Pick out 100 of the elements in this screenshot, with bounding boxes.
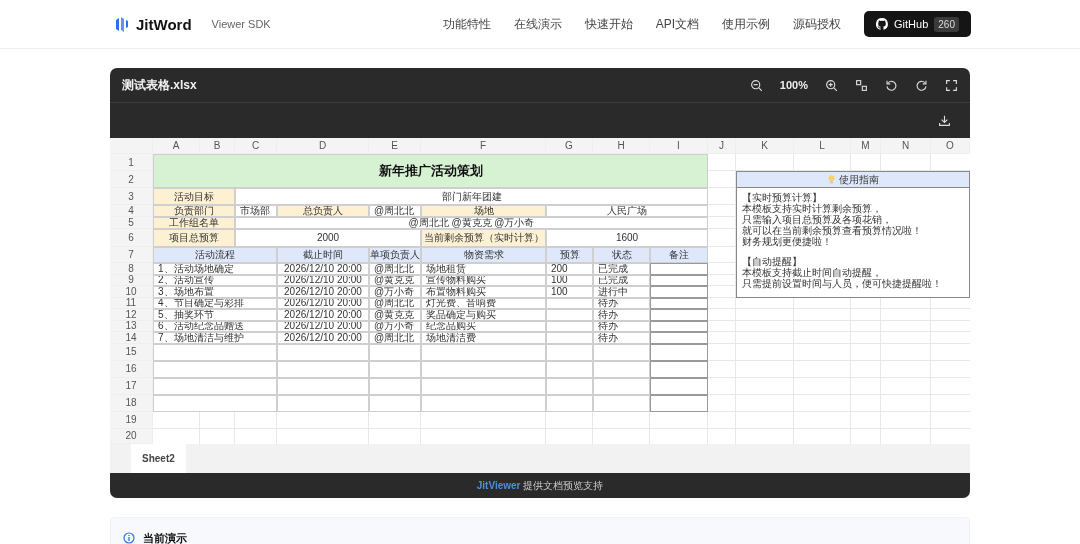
table-cell: 场地租赁: [421, 263, 546, 275]
row-header[interactable]: 8: [110, 263, 153, 275]
table-cell: [650, 263, 708, 275]
header-cell: 活动流程: [153, 247, 277, 263]
guide-text: 就可以在当前剩余预算查看预算情况啦！: [742, 225, 923, 236]
table-cell: 1、活动场地确定: [153, 263, 277, 275]
nav-link[interactable]: 在线演示: [513, 15, 562, 33]
row-header[interactable]: 2: [110, 171, 153, 188]
table-cell: 3、场地布置: [153, 286, 277, 298]
row-header[interactable]: 12: [110, 309, 153, 321]
subtitle: Viewer SDK: [211, 18, 271, 30]
table-cell: [546, 332, 593, 344]
table-cell: @黄克克: [369, 309, 421, 321]
table-cell: 1600: [546, 229, 708, 247]
column-header[interactable]: M: [851, 138, 881, 154]
row-header[interactable]: 6: [110, 229, 153, 247]
corner-cell[interactable]: [110, 138, 153, 154]
table-cell: @周北北: [369, 332, 421, 344]
row-header[interactable]: 5: [110, 217, 153, 229]
column-header[interactable]: I: [650, 138, 708, 154]
table-cell: 5、抽奖环节: [153, 309, 277, 321]
label-cell: 负责部门: [153, 205, 235, 217]
demo-title: 当前演示: [143, 530, 187, 544]
table-cell: 进行中: [593, 286, 650, 298]
sheet-tab[interactable]: Sheet2: [131, 444, 186, 473]
table-cell: 部门新年团建: [235, 188, 708, 205]
label-cell: 工作组名单: [153, 217, 235, 229]
table-cell: 人民广场: [546, 205, 708, 217]
header-cell: 截止时间: [277, 247, 369, 263]
column-header[interactable]: K: [736, 138, 794, 154]
guide-text: 财务规划更便捷啦！: [742, 236, 832, 247]
row-header[interactable]: 3: [110, 188, 153, 205]
zoom-in-icon[interactable]: [825, 78, 838, 92]
table-cell: [650, 286, 708, 298]
nav-link[interactable]: API文档: [655, 15, 700, 33]
column-header[interactable]: B: [200, 138, 235, 154]
label-cell: 场地: [421, 205, 546, 217]
zoom-out-icon[interactable]: [749, 78, 763, 92]
nav-link[interactable]: 快速开始: [584, 15, 633, 33]
lightbulb-icon: [827, 175, 835, 184]
table-cell: 待办: [593, 332, 650, 344]
guide-heading: 【实时预算计算】: [742, 192, 822, 203]
row-header[interactable]: 7: [110, 247, 153, 263]
guide-title: 使用指南: [838, 172, 879, 187]
nav-link[interactable]: 功能特性: [442, 15, 491, 33]
table-cell: 2026/12/10 20:00: [277, 309, 369, 321]
table-cell: 2026/12/10 20:00: [277, 286, 369, 298]
fullscreen-icon[interactable]: [945, 78, 958, 92]
header-cell: 物资需求: [421, 247, 546, 263]
column-header[interactable]: E: [369, 138, 421, 154]
column-header[interactable]: A: [153, 138, 200, 154]
column-header[interactable]: J: [708, 138, 736, 154]
zoom-level: 100%: [779, 79, 808, 91]
table-cell: 奖品确定与购买: [421, 309, 546, 321]
table-cell: @周北北: [369, 205, 421, 217]
nav-link[interactable]: 源码授权: [793, 15, 842, 33]
download-icon[interactable]: [938, 114, 951, 127]
file-name: 测试表格.xlsx: [122, 76, 197, 94]
spreadsheet-grid[interactable]: [110, 138, 970, 444]
logo-icon: [114, 16, 128, 32]
column-header[interactable]: O: [931, 138, 970, 154]
column-header[interactable]: L: [794, 138, 851, 154]
column-header[interactable]: D: [277, 138, 369, 154]
nav-link[interactable]: 使用示例: [722, 15, 771, 33]
table-cell: @周北北: [369, 263, 421, 275]
label-cell: 总负责人: [277, 205, 369, 217]
table-cell: 2026/12/10 20:00: [277, 332, 369, 344]
table-cell: 市场部: [235, 205, 277, 217]
logo-text[interactable]: JitWord: [136, 15, 192, 33]
table-cell: 场地清洁费: [421, 332, 546, 344]
github-button[interactable]: GitHub 260: [864, 11, 971, 37]
guide-text: 本模板支持截止时间自动提醒，: [742, 267, 883, 278]
column-header[interactable]: F: [421, 138, 546, 154]
info-icon: [123, 532, 135, 544]
sheet-title: 新年推广活动策划: [153, 154, 708, 188]
table-cell: @周北北 @黄克克 @万小奇: [235, 217, 708, 229]
table-cell: [650, 332, 708, 344]
label-cell: 活动目标: [153, 188, 235, 205]
rotate-left-icon[interactable]: [885, 78, 898, 92]
table-cell: 待办: [593, 309, 650, 321]
table-cell: 2000: [235, 229, 421, 247]
row-header[interactable]: 10: [110, 286, 153, 298]
table-cell: 2026/12/10 20:00: [277, 263, 369, 275]
row-header[interactable]: 14: [110, 332, 153, 344]
table-cell: [650, 309, 708, 321]
rotate-right-icon[interactable]: [915, 78, 928, 92]
guide-heading: 【自动提醒】: [742, 256, 802, 267]
column-header[interactable]: G: [546, 138, 593, 154]
column-header[interactable]: C: [235, 138, 277, 154]
table-cell: 布置物料购买: [421, 286, 546, 298]
column-header[interactable]: H: [593, 138, 650, 154]
label-cell: 项目总预算: [153, 229, 235, 247]
header-cell: 状态: [593, 247, 650, 263]
row-header[interactable]: 4: [110, 205, 153, 217]
table-cell: [546, 309, 593, 321]
fit-icon[interactable]: [855, 78, 868, 92]
table-cell: @万小奇: [369, 286, 421, 298]
guide-text: 只需提前设置时间与人员，便可快捷提醒啦！: [742, 278, 943, 289]
column-header[interactable]: N: [881, 138, 931, 154]
row-header[interactable]: 1: [110, 154, 153, 171]
